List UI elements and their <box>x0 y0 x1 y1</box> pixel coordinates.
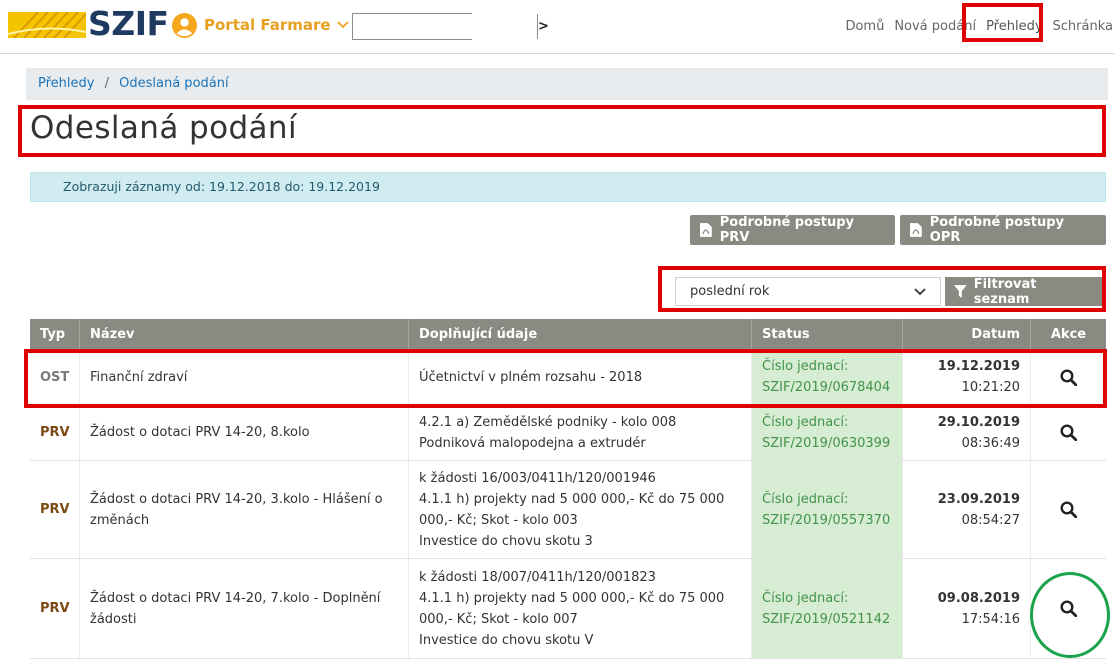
col-header-akce: Akce <box>1050 327 1087 342</box>
nav-nova-podani[interactable]: Nová podání <box>894 19 976 34</box>
cell-datum: 23.09.2019 08:54:27 <box>903 461 1031 558</box>
nav-schranka[interactable]: Schránka <box>1053 19 1113 34</box>
search-detail-icon[interactable] <box>1060 424 1077 441</box>
col-header-doplnujici[interactable]: Doplňující údaje <box>409 319 752 350</box>
pdf-file-icon <box>910 223 922 237</box>
cell-typ: PRV <box>30 559 80 658</box>
portal-label: Portal Farmare <box>204 16 331 34</box>
nav-domu[interactable]: Domů <box>845 19 884 34</box>
cell-typ: PRV <box>30 461 80 558</box>
filter-button[interactable]: Filtrovat seznam <box>945 276 1103 307</box>
postupy-opr-label: Podrobné postupy OPR <box>929 215 1065 245</box>
chevron-down-icon <box>336 21 349 29</box>
time-value: 08:54:27 <box>961 512 1020 528</box>
cell-nazev: Žádost o dotaci PRV 14-20, 3.kolo - Hláš… <box>80 461 409 558</box>
cell-doplnujici-line: k žádosti 18/007/0411h/120/001823 <box>419 569 656 585</box>
cell-status: Číslo jednací: SZIF/2019/0678404 <box>752 350 903 404</box>
cell-datum: 19.12.2019 10:21:20 <box>903 350 1031 404</box>
period-select[interactable]: poslední rok <box>675 277 941 306</box>
cell-nazev: Finanční zdraví <box>80 350 409 404</box>
cell-typ: PRV <box>30 405 80 460</box>
cell-nazev: Žádost o dotaci PRV 14-20, 7.kolo - Dopl… <box>80 559 409 658</box>
date-value: 19.12.2019 <box>937 359 1020 374</box>
time-value: 08:36:49 <box>961 435 1020 451</box>
status-value: SZIF/2019/0557370 <box>762 512 891 528</box>
cell-datum: 09.08.2019 17:54:16 <box>903 559 1031 658</box>
date-value: 09.08.2019 <box>937 590 1020 606</box>
table-row: OST Finanční zdraví Účetnictví v plném r… <box>30 350 1106 405</box>
cell-doplnujici: Účetnictví v plném rozsahu - 2018 <box>409 350 752 404</box>
filter-funnel-icon <box>954 285 967 298</box>
top-nav: Domů Nová podání Přehledy Schránka <box>835 19 1113 34</box>
search-detail-icon[interactable] <box>1060 368 1077 386</box>
breadcrumb: Přehledy / Odeslaná podání <box>26 68 1108 100</box>
status-label: Číslo jednací: <box>762 414 849 430</box>
nav-prehledy[interactable]: Přehledy <box>986 19 1042 34</box>
status-value: SZIF/2019/0678404 <box>762 380 891 395</box>
status-label: Číslo jednací: <box>762 590 849 606</box>
portal-menu[interactable]: Portal Farmare <box>172 12 349 38</box>
status-value: SZIF/2019/0630399 <box>762 435 891 451</box>
cell-doplnujici-line: k žádosti 16/003/0411h/120/001946 <box>419 470 656 486</box>
cell-doplnujici: k žádosti 16/003/0411h/120/001946 4.1.1 … <box>409 461 752 558</box>
postupy-opr-button[interactable]: Podrobné postupy OPR <box>900 215 1106 245</box>
col-header-status[interactable]: Status <box>752 319 903 350</box>
status-label: Číslo jednací: <box>762 491 849 507</box>
user-icon <box>172 12 197 38</box>
page-title: Odeslaná podání <box>30 110 297 146</box>
breadcrumb-odeslana-podani[interactable]: Odeslaná podání <box>119 76 228 91</box>
cell-doplnujici: k žádosti 18/007/0411h/120/001823 4.1.1 … <box>409 559 752 658</box>
table-row: PRV Žádost o dotaci PRV 14-20, 8.kolo 4.… <box>30 405 1106 461</box>
col-header-datum[interactable]: Datum <box>903 319 1031 350</box>
status-value: SZIF/2019/0521142 <box>762 611 891 627</box>
status-label: Číslo jednací: <box>762 359 849 374</box>
table-row: PRV Žádost o dotaci PRV 14-20, 7.kolo - … <box>30 559 1106 659</box>
cell-nazev: Žádost o dotaci PRV 14-20, 8.kolo <box>80 405 409 460</box>
search-detail-icon[interactable] <box>1060 600 1077 617</box>
search-go-button[interactable]: > <box>537 14 549 39</box>
cell-akce <box>1031 559 1106 658</box>
postupy-prv-label: Podrobné postupy PRV <box>719 215 855 245</box>
cell-akce <box>1031 350 1106 404</box>
breadcrumb-separator: / <box>104 76 109 91</box>
period-select-value: poslední rok <box>690 284 770 299</box>
search-input[interactable] <box>353 14 537 39</box>
search-box: > <box>352 13 549 40</box>
cell-doplnujici-line: 4.1.1 h) projekty nad 5 000 000,- Kč do … <box>419 590 725 627</box>
cell-typ: OST <box>30 350 80 404</box>
date-range-info: Zobrazuji záznamy od: 19.12.2018 do: 19.… <box>30 172 1106 202</box>
postupy-prv-button[interactable]: Podrobné postupy PRV <box>690 215 895 245</box>
date-value: 29.10.2019 <box>937 414 1020 430</box>
szif-logo-stripes <box>8 12 86 38</box>
top-header: SZIF Portal Farmare > Domů Nová podání P… <box>0 0 1115 54</box>
cell-doplnujici-line: 4.1.1 h) projekty nad 5 000 000,- Kč do … <box>419 491 725 528</box>
table-row: PRV Žádost o dotaci PRV 14-20, 3.kolo - … <box>30 461 1106 559</box>
col-header-nazev[interactable]: Název <box>80 319 409 350</box>
szif-logo[interactable]: SZIF <box>88 4 169 43</box>
cell-status: Číslo jednací: SZIF/2019/0521142 <box>752 559 903 658</box>
search-detail-icon[interactable] <box>1060 501 1077 518</box>
cell-doplnujici-line: 4.2.1 a) Zemědělské podniky - kolo 008 <box>419 414 677 430</box>
cell-doplnujici-line: Podniková malopodejna a extrudér <box>419 435 646 451</box>
cell-doplnujici-line: Účetnictví v plném rozsahu - 2018 <box>419 369 643 385</box>
date-value: 23.09.2019 <box>937 491 1020 507</box>
cell-status: Číslo jednací: SZIF/2019/0557370 <box>752 461 903 558</box>
time-value: 10:21:20 <box>961 380 1020 395</box>
pdf-file-icon <box>700 223 712 237</box>
filter-button-label: Filtrovat seznam <box>973 276 1037 307</box>
col-header-typ[interactable]: Typ <box>30 319 80 350</box>
cell-doplnujici-line: Investice do chovu skotu 3 <box>419 533 593 549</box>
cell-datum: 29.10.2019 08:36:49 <box>903 405 1031 460</box>
breadcrumb-prehledy[interactable]: Přehledy <box>38 76 94 91</box>
cell-akce <box>1031 461 1106 558</box>
cell-doplnujici: 4.2.1 a) Zemědělské podniky - kolo 008 P… <box>409 405 752 460</box>
time-value: 17:54:16 <box>961 611 1020 627</box>
chevron-down-icon <box>914 288 926 296</box>
table-header: Typ Název Doplňující údaje Status Datum … <box>30 319 1106 350</box>
submissions-table: Typ Název Doplňující údaje Status Datum … <box>30 319 1106 659</box>
cell-status: Číslo jednací: SZIF/2019/0630399 <box>752 405 903 460</box>
cell-doplnujici-line: Investice do chovu skotu V <box>419 632 594 648</box>
cell-akce <box>1031 405 1106 460</box>
